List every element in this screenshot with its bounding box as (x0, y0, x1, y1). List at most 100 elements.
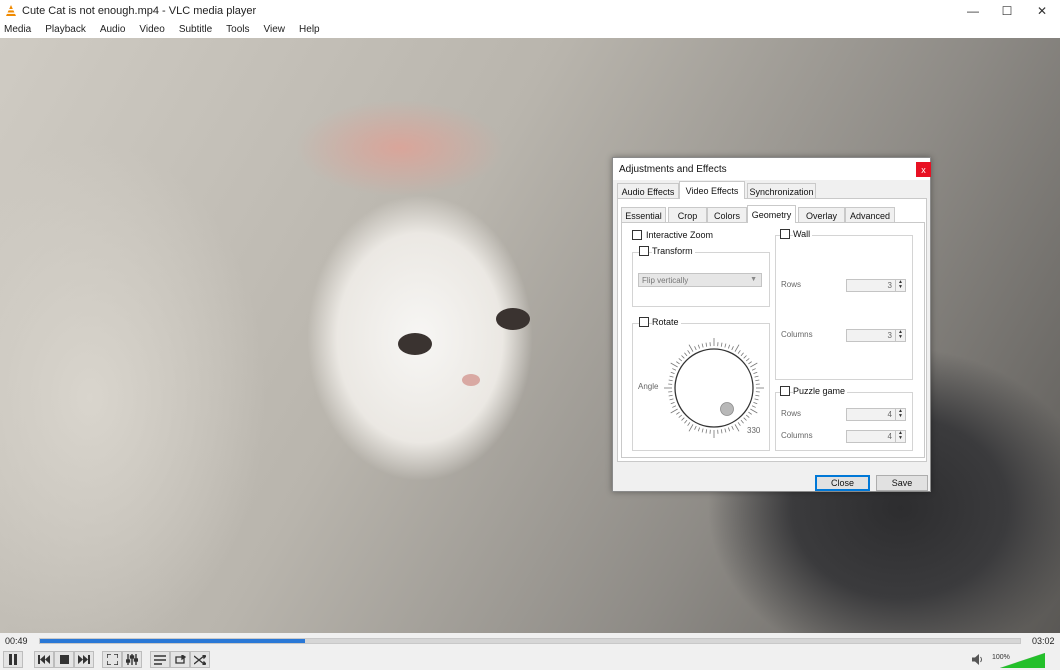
subtab-colors[interactable]: Colors (707, 207, 747, 223)
tab-video-effects[interactable]: Video Effects (679, 181, 745, 199)
dial-tick (669, 398, 674, 401)
rotate-checkbox[interactable] (639, 317, 649, 327)
next-button[interactable] (74, 651, 94, 668)
vlc-cone-icon (6, 4, 16, 16)
save-button[interactable]: Save (876, 475, 928, 491)
dial-tick (740, 419, 744, 424)
shuffle-icon (194, 654, 206, 665)
rotate-label: Rotate (652, 317, 681, 327)
pause-button[interactable] (3, 651, 23, 668)
seek-slider[interactable] (39, 638, 1021, 644)
total-time: 03:02 (1032, 636, 1055, 646)
cat-eye-right (496, 308, 530, 330)
previous-button[interactable] (34, 651, 54, 668)
tab-synchronization[interactable]: Synchronization (747, 183, 816, 199)
wall-checkbox[interactable] (780, 229, 790, 239)
loop-icon (175, 654, 186, 664)
wall-columns-value: 3 (887, 331, 892, 340)
fullscreen-icon (106, 654, 118, 665)
rotate-dial[interactable] (662, 336, 766, 440)
window-close-button[interactable]: ✕ (1025, 0, 1059, 21)
dial-tick (687, 422, 691, 426)
dialog-close-x-button[interactable]: x (916, 162, 931, 177)
wall-columns-spinbox[interactable]: 3 ▲ ▼ (846, 329, 906, 342)
puzzle-game-checkbox[interactable] (780, 386, 790, 396)
menu-audio[interactable]: Audio (100, 24, 126, 35)
tab-audio-effects[interactable]: Audio Effects (617, 183, 679, 199)
maximize-button[interactable]: ☐ (990, 0, 1024, 21)
dial-tick (668, 379, 673, 382)
cat-eye-left (398, 333, 432, 355)
spin-arrows-icon[interactable]: ▲ ▼ (895, 409, 905, 420)
puzzle-rows-spinbox[interactable]: 4 ▲ ▼ (846, 408, 906, 421)
geometry-pane: Interactive Zoom Transform Flip vertical… (621, 222, 925, 458)
dial-tick (697, 344, 701, 349)
extended-settings-button[interactable] (122, 651, 142, 668)
subtab-geometry[interactable]: Geometry (747, 205, 796, 223)
menu-view[interactable]: View (264, 24, 286, 35)
menu-video[interactable]: Video (139, 24, 164, 35)
menu-playback[interactable]: Playback (45, 24, 86, 35)
dial-tick (684, 419, 688, 424)
stop-button[interactable] (54, 651, 74, 668)
seek-row: 00:49 03:02 (0, 633, 1060, 649)
puzzle-rows-label: Rows (781, 409, 802, 418)
volume-slider[interactable] (1000, 653, 1045, 668)
spin-arrows-icon[interactable]: ▲ ▼ (895, 330, 905, 341)
dial-tick (701, 343, 704, 348)
dial-tick (670, 362, 678, 368)
transform-select-value: Flip vertically (642, 275, 689, 285)
menu-help[interactable]: Help (299, 24, 320, 35)
playlist-icon (154, 654, 166, 665)
dial-tick (734, 344, 740, 352)
dial-tick (727, 344, 731, 349)
menu-media[interactable]: Media (4, 24, 31, 35)
puzzle-columns-spinbox[interactable]: 4 ▲ ▼ (846, 430, 906, 443)
transform-label: Transform (652, 246, 695, 256)
subtab-advanced[interactable]: Advanced (845, 207, 895, 223)
loop-button[interactable] (170, 651, 190, 668)
dial-tick (748, 411, 752, 415)
dial-tick (705, 429, 708, 434)
wall-rows-spinbox[interactable]: 3 ▲ ▼ (846, 279, 906, 292)
adjustments-dialog: Adjustments and Effects x Audio Effects … (612, 157, 931, 492)
interactive-zoom-checkbox[interactable] (632, 230, 642, 240)
dial-tick (701, 428, 704, 433)
shuffle-button[interactable] (190, 651, 210, 668)
puzzle-columns-label: Columns (781, 431, 813, 440)
dialog-title: Adjustments and Effects (619, 164, 727, 175)
playlist-button[interactable] (150, 651, 170, 668)
spin-arrows-icon[interactable]: ▲ ▼ (895, 280, 905, 291)
menu-subtitle[interactable]: Subtitle (179, 24, 212, 35)
minimize-button[interactable]: — (956, 0, 990, 21)
speaker-icon[interactable] (972, 654, 983, 665)
puzzle-game-label: Puzzle game (793, 386, 848, 396)
close-button[interactable]: Close (815, 475, 870, 491)
fullscreen-button[interactable] (102, 651, 122, 668)
dial-tick (753, 371, 758, 375)
transform-select[interactable]: Flip vertically ▼ (638, 273, 762, 287)
menu-bar: Media Playback Audio Video Subtitle Tool… (0, 21, 1060, 38)
dial-tick (753, 401, 758, 405)
dial-tick (670, 401, 675, 405)
window-title: Cute Cat is not enough.mp4 - VLC media p… (22, 4, 257, 17)
previous-icon (38, 655, 50, 664)
spin-arrows-icon[interactable]: ▲ ▼ (895, 431, 905, 442)
elapsed-time: 00:49 (5, 636, 28, 646)
dial-tick (734, 424, 740, 432)
dial-tick (745, 414, 750, 418)
dialog-title-bar: Adjustments and Effects (613, 158, 930, 180)
subtab-essential[interactable]: Essential (621, 207, 666, 223)
transform-checkbox[interactable] (639, 246, 649, 256)
rotate-dial-handle[interactable] (720, 402, 734, 416)
subtab-crop[interactable]: Crop (668, 207, 707, 223)
stop-icon (59, 655, 69, 664)
dial-tick (751, 368, 756, 371)
dial-tick (681, 417, 685, 421)
subtab-overlay[interactable]: Overlay (798, 207, 845, 223)
menu-tools[interactable]: Tools (226, 24, 249, 35)
video-effects-pane: Essential Crop Colors Geometry Overlay A… (617, 198, 927, 462)
dial-tick (755, 394, 760, 397)
seek-progress (40, 639, 305, 643)
dial-tick (743, 417, 747, 421)
